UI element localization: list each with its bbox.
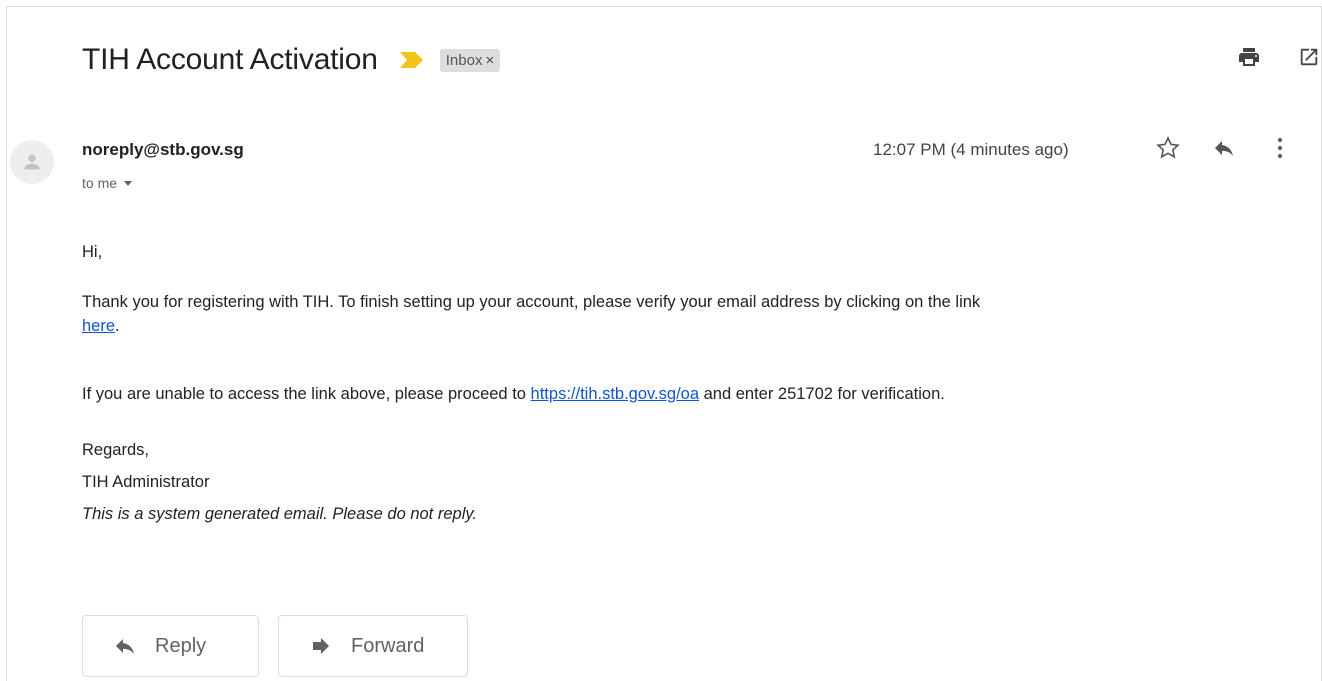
sender-address[interactable]: noreply@stb.gov.sg bbox=[82, 140, 244, 160]
greeting-text: Hi, bbox=[82, 243, 103, 261]
forward-label: Forward bbox=[351, 634, 425, 657]
caret-down-icon[interactable] bbox=[123, 178, 133, 188]
regards-text: Regards, bbox=[82, 441, 149, 459]
sender-avatar[interactable] bbox=[10, 140, 54, 184]
subject-row: TIH Account Activation Inbox × bbox=[82, 38, 501, 82]
period-text: . bbox=[115, 317, 120, 335]
print-icon[interactable] bbox=[1236, 44, 1262, 70]
email-timestamp: 12:07 PM (4 minutes ago) bbox=[873, 140, 1069, 159]
disclaimer-text: This is a system generated email. Please… bbox=[82, 505, 477, 523]
default-avatar-icon bbox=[24, 154, 40, 170]
verification-text: Thank you for registering with TIH. To f… bbox=[82, 293, 981, 311]
label-text: Inbox bbox=[445, 51, 483, 69]
message-actions bbox=[1155, 135, 1293, 161]
forward-button[interactable]: Forward bbox=[278, 615, 468, 677]
fallback-text-before: If you are unable to access the link abo… bbox=[82, 385, 531, 403]
more-vert-icon[interactable] bbox=[1267, 135, 1293, 161]
verification-url-link[interactable]: https://tih.stb.gov.sg/oa bbox=[531, 385, 699, 403]
star-icon[interactable] bbox=[1155, 135, 1181, 161]
open-in-new-window-icon[interactable] bbox=[1296, 44, 1322, 70]
reply-label: Reply bbox=[155, 634, 207, 657]
fallback-text-after: and enter 251702 for verification. bbox=[699, 385, 945, 403]
remove-label-icon[interactable]: × bbox=[485, 52, 494, 69]
inbox-label-chip: Inbox × bbox=[439, 48, 501, 72]
top-toolbar bbox=[1236, 44, 1322, 70]
recipient-line: to me bbox=[82, 175, 133, 191]
fallback-paragraph: If you are unable to access the link abo… bbox=[82, 382, 945, 406]
email-frame bbox=[6, 6, 1322, 681]
verification-paragraph: Thank you for registering with TIH. To f… bbox=[82, 290, 980, 338]
verify-here-link[interactable]: here bbox=[82, 317, 115, 335]
reply-icon bbox=[116, 639, 134, 654]
email-subject: TIH Account Activation bbox=[82, 43, 378, 76]
importance-marker-icon[interactable] bbox=[396, 49, 426, 71]
forward-icon bbox=[313, 638, 329, 654]
reply-button[interactable]: Reply bbox=[82, 615, 259, 677]
signature-text: TIH Administrator bbox=[82, 473, 210, 491]
reply-icon[interactable] bbox=[1211, 135, 1237, 161]
recipient-text: to me bbox=[82, 175, 118, 191]
